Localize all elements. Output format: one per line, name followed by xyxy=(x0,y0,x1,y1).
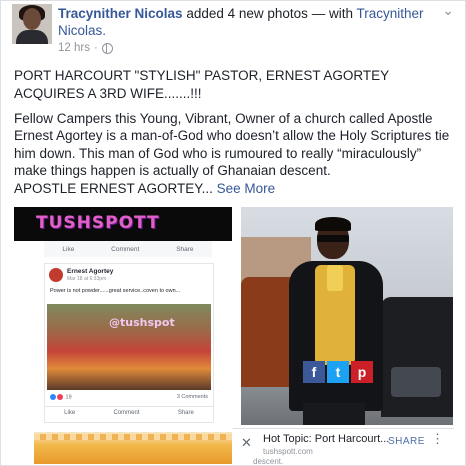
post-meta: 12 hrs · xyxy=(58,42,113,54)
author-avatar[interactable] xyxy=(12,4,52,44)
card-like: Like xyxy=(64,410,76,416)
car-grill xyxy=(391,367,441,397)
love-reaction-icon xyxy=(57,394,63,400)
photo-3[interactable] xyxy=(14,432,232,464)
avatar-body xyxy=(16,30,48,44)
post-body: Fellow Campers this Young, Vibrant, Owne… xyxy=(14,111,450,178)
photo-2[interactable]: f t p xyxy=(241,207,453,425)
likes-number: 19 xyxy=(65,394,72,401)
image-watermark: @tushspot xyxy=(109,316,175,329)
chevron-down-icon[interactable]: ⌄ xyxy=(442,2,454,19)
mini-author: Ernest Agortey xyxy=(67,268,114,275)
bar-share: Share xyxy=(176,245,194,253)
pinterest-icon[interactable]: p xyxy=(351,361,373,383)
man-tie xyxy=(327,265,343,291)
with-text: — with xyxy=(311,6,353,21)
facebook-icon[interactable]: f xyxy=(303,361,325,383)
card-comment: Comment xyxy=(113,410,140,416)
like-reaction-icon xyxy=(50,394,56,400)
post-time[interactable]: 12 hrs xyxy=(58,42,90,54)
share-icons: f t p xyxy=(303,361,373,383)
photo-3-frill xyxy=(34,434,232,440)
meta-separator: · xyxy=(93,42,98,54)
twitter-icon[interactable]: t xyxy=(327,361,349,383)
post-headline: PORT HARCOURT "STYLISH" PASTOR, ERNEST A… xyxy=(14,68,389,101)
close-icon[interactable]: ✕ xyxy=(241,435,252,451)
man-hair xyxy=(315,217,351,231)
card-actions: Like Comment Share xyxy=(45,406,213,416)
watermark-text: TUSHSPOTT xyxy=(36,213,160,233)
avatar-head xyxy=(23,8,41,30)
post-action: added 4 new photos xyxy=(186,6,308,21)
photo-1[interactable]: TUSHSPOTT Like Comment Share Ernest Agor… xyxy=(14,207,232,425)
black-car xyxy=(381,297,453,417)
mini-time: Mar 18 at 6:33pm · xyxy=(67,276,110,282)
screenshot-action-bar: Like Comment Share xyxy=(44,241,212,257)
reaction-count: 19 xyxy=(50,394,72,400)
comments-count: 3 Comments xyxy=(176,394,208,400)
sunglasses xyxy=(317,235,349,242)
see-more-link[interactable]: See More xyxy=(217,181,276,196)
card-share: Share xyxy=(177,410,194,416)
post-tail: APOSTLE ERNEST AGORTEY... See More xyxy=(14,180,454,198)
more-options-icon[interactable]: ⋮ xyxy=(431,432,444,445)
globe-icon[interactable] xyxy=(101,42,113,54)
screenshot-post-card: Ernest Agortey Mar 18 at 6:33pm · Power … xyxy=(44,263,214,423)
bar-like: Like xyxy=(62,245,75,253)
share-button[interactable]: SHARE xyxy=(388,436,425,447)
bar-comment: Comment xyxy=(111,245,140,253)
link-url[interactable]: tushspott.com xyxy=(263,447,313,456)
link-title[interactable]: Hot Topic: Port Harcourt... xyxy=(263,433,389,445)
author-name[interactable]: Tracynither Nicolas xyxy=(58,6,183,21)
link-description: descent. xyxy=(253,457,284,466)
photo-3-margin xyxy=(14,432,34,464)
post-tail-text: APOSTLE ERNEST AGORTEY... xyxy=(14,181,213,196)
mini-text: Power is not powder......great service..… xyxy=(50,288,181,294)
post-header: Tracynither Nicolas added 4 new photos —… xyxy=(58,5,448,39)
man-legs xyxy=(303,403,365,425)
mini-avatar xyxy=(49,268,63,282)
link-preview-bar: ✕ Hot Topic: Port Harcourt... tushspott.… xyxy=(233,428,454,466)
